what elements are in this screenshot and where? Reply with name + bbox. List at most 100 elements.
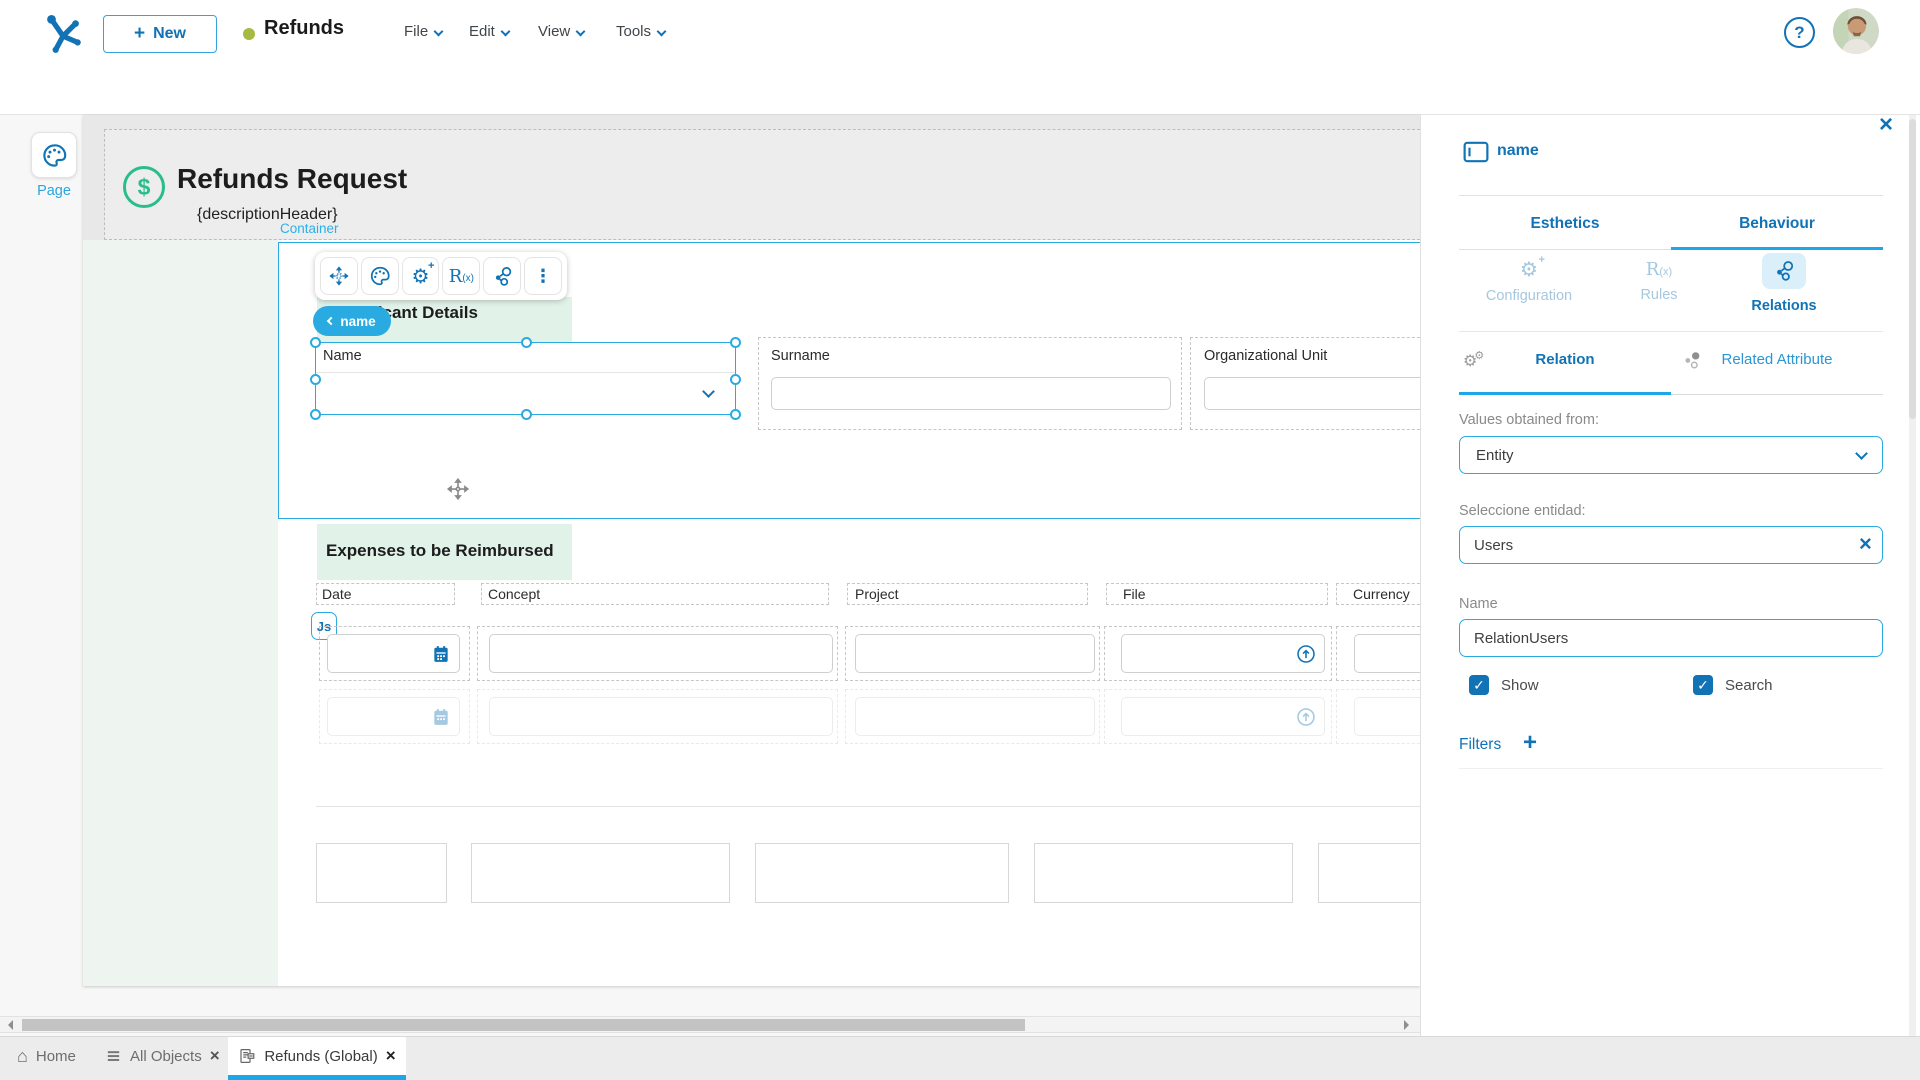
resize-handle[interactable] [730,374,741,385]
chevron-down-icon [433,26,444,37]
surname-input[interactable] [771,377,1171,410]
column-header-concept[interactable]: Concept [481,583,829,605]
footer-cell[interactable] [1034,843,1293,903]
panel-close-button[interactable]: × [1879,111,1893,139]
rules-button[interactable]: R (x) [442,257,481,295]
canvas-h-scrollbar[interactable] [0,1016,1420,1033]
footer-cell[interactable] [1318,843,1430,903]
relation-name-input[interactable] [1459,619,1883,657]
menu-file[interactable]: File [404,23,444,40]
subtab-configuration[interactable]: ⚙ + Configuration [1459,254,1599,304]
cell-date[interactable] [319,626,470,681]
cell-project[interactable] [845,689,1100,744]
concept-input[interactable] [489,697,833,736]
page-palette-button[interactable] [31,132,77,178]
cell-project[interactable] [845,626,1100,681]
column-header-project[interactable]: Project [847,583,1088,605]
close-tab-icon[interactable]: × [386,1046,396,1066]
scroll-right-arrow[interactable] [1404,1020,1414,1030]
field-org-unit-label: Organizational Unit [1204,348,1328,364]
file-input[interactable] [1121,697,1325,736]
footer-cell[interactable] [316,843,447,903]
column-header-file[interactable]: File [1106,583,1328,605]
search-checkbox[interactable]: ✓ [1693,675,1713,695]
field-name[interactable]: Name [310,337,741,420]
resize-handle[interactable] [310,337,321,348]
scrollbar-thumb[interactable] [22,1019,1025,1031]
tab-esthetics[interactable]: Esthetics [1459,215,1671,233]
cell-file[interactable] [1104,689,1332,744]
column-header-currency[interactable]: Currency [1336,583,1430,605]
date-input[interactable] [327,634,460,673]
dropdown-chevron-icon[interactable] [702,385,715,398]
configuration-button[interactable]: ⚙ + [401,257,440,295]
show-checkbox[interactable]: ✓ [1469,675,1489,695]
logo-icon [47,15,81,53]
panel-scrollbar-thumb[interactable] [1909,119,1916,419]
resize-handle[interactable] [521,409,532,420]
field-name-label: Name [323,348,362,364]
upload-icon[interactable] [1295,643,1317,665]
container-label[interactable]: Container [280,221,339,236]
subtab-rules[interactable]: R(x) Rules [1599,259,1719,303]
project-input[interactable] [855,697,1095,736]
field-surname[interactable]: Surname [758,337,1182,430]
relations-button[interactable] [483,257,522,295]
user-avatar[interactable] [1833,8,1879,54]
menu-tools-label: Tools [616,23,652,40]
footer-cell[interactable] [471,843,730,903]
tab-relation[interactable]: ⚙⚙ Relation [1459,350,1671,370]
clear-entity-icon[interactable]: × [1859,531,1872,557]
resize-handle[interactable] [310,409,321,420]
esthetics-button[interactable] [360,257,399,295]
more-options-button[interactable]: ⋮ [524,257,562,295]
concept-input[interactable] [489,634,833,673]
help-button[interactable]: ? [1784,17,1815,48]
search-checkbox-label: Search [1725,677,1773,694]
field-type-icon [1463,141,1489,163]
app-logo[interactable] [40,10,86,56]
bottom-tab-refunds-global[interactable]: Refunds (Global) × [228,1037,406,1075]
cell-file[interactable] [1104,626,1332,681]
subtab-relations[interactable]: Relations [1719,253,1849,314]
resize-handle[interactable] [730,337,741,348]
column-header-date[interactable]: Date [316,583,455,605]
project-input[interactable] [855,634,1095,673]
expenses-section-title[interactable]: Expenses to be Reimbursed [326,541,554,561]
filters-link[interactable]: Filters [1459,736,1501,754]
add-filter-button[interactable]: + [1523,729,1537,757]
field-org-unit[interactable]: Organizational Unit [1190,337,1436,430]
cell-concept[interactable] [477,626,838,681]
resize-handle[interactable] [521,337,532,348]
menu-edit[interactable]: Edit [469,23,511,40]
new-button[interactable]: + New [103,15,217,53]
move-element-button[interactable] [320,257,358,295]
bottom-tab-all-objects[interactable]: All Objects × [105,1037,220,1075]
bottom-tab-bar: ⌂ Home All Objects × Refunds (Global) × [0,1036,1920,1080]
calendar-icon[interactable] [431,644,451,664]
panel-scrollbar[interactable] [1909,115,1916,1036]
tab-related-attribute[interactable]: Related Attribute [1671,351,1883,369]
entity-input[interactable] [1459,526,1883,564]
gears-pair-icon: ⚙⚙ [1463,350,1485,370]
menu-view[interactable]: View [538,23,586,40]
cell-date[interactable] [319,689,470,744]
footer-cell[interactable] [755,843,1009,903]
menu-tools[interactable]: Tools [616,23,667,40]
selection-name-badge[interactable]: name [313,306,391,336]
resize-handle[interactable] [310,374,321,385]
tab-behaviour[interactable]: Behaviour [1671,215,1883,233]
date-input[interactable] [327,697,460,736]
menu-view-label: View [538,23,571,40]
cell-currency[interactable] [1336,689,1431,744]
cell-currency[interactable] [1336,626,1431,681]
scroll-left-arrow[interactable] [3,1020,13,1030]
resize-handle[interactable] [730,409,741,420]
close-tab-icon[interactable]: × [210,1046,220,1066]
org-unit-input[interactable] [1204,377,1436,410]
file-input[interactable] [1121,634,1325,673]
cell-concept[interactable] [477,689,838,744]
bottom-tab-home[interactable]: ⌂ Home [17,1037,76,1075]
values-from-select[interactable]: Entity [1459,436,1883,474]
top-header: + New Refunds File Edit View Tools ? [0,0,1920,67]
